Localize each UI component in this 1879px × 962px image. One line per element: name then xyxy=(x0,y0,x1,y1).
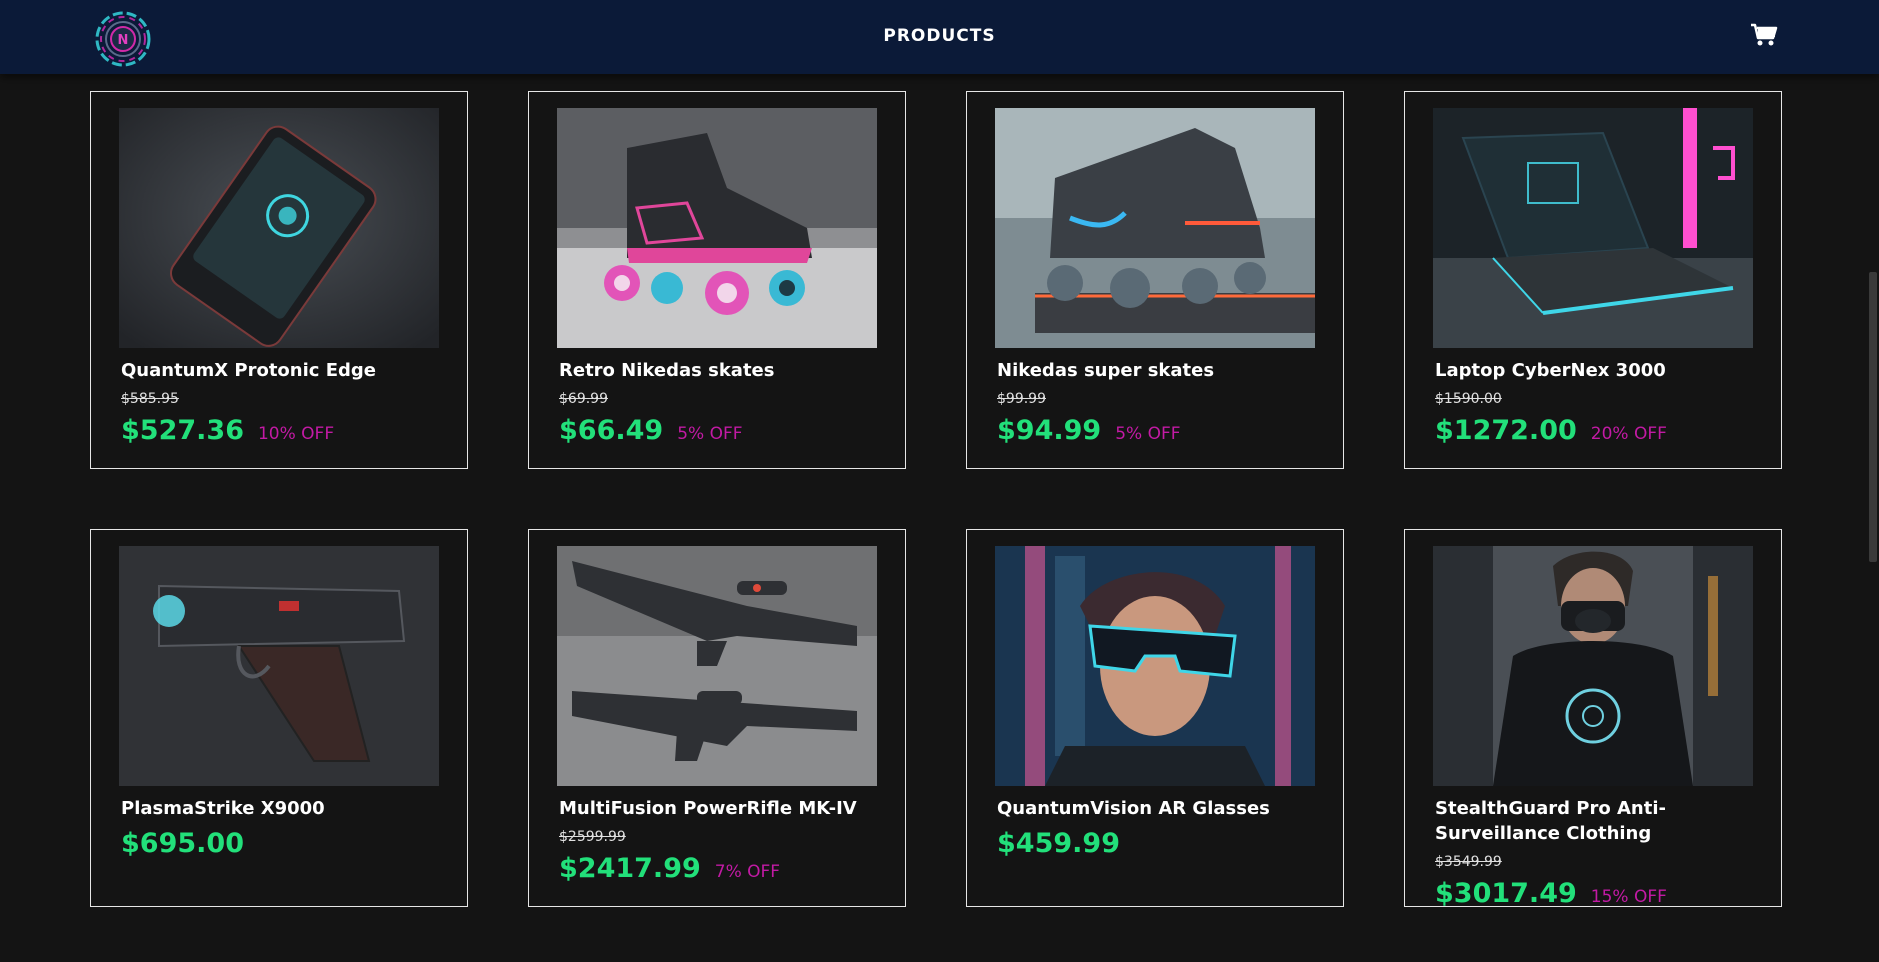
product-image-pistol[interactable] xyxy=(119,546,439,786)
product-card[interactable]: Laptop CyberNex 3000 $1590.00 $1272.00 2… xyxy=(1404,91,1782,469)
product-image-clothing[interactable] xyxy=(1433,546,1753,786)
sale-price: $66.49 xyxy=(559,415,664,446)
product-image-ar-glasses[interactable] xyxy=(995,546,1315,786)
discount-badge: 5% OFF xyxy=(1115,424,1181,444)
original-price: $2599.99 xyxy=(559,829,626,845)
navbar: N PRODUCTS xyxy=(0,0,1879,74)
sale-price: $2417.99 xyxy=(559,853,701,884)
discount-badge: 7% OFF xyxy=(714,862,781,882)
product-card[interactable]: Retro Nikedas skates $69.99 $66.49 5% OF… xyxy=(528,91,906,469)
product-image-rifle[interactable] xyxy=(557,546,877,786)
sale-price: $459.99 xyxy=(997,828,1120,859)
original-price: $3549.99 xyxy=(1435,854,1502,870)
product-name[interactable]: Laptop CyberNex 3000 xyxy=(1435,358,1765,383)
product-image-phone[interactable] xyxy=(119,108,439,348)
discount-badge: 10% OFF xyxy=(257,424,335,444)
page-title: PRODUCTS xyxy=(883,26,996,46)
discount-badge: 15% OFF xyxy=(1590,887,1667,907)
product-card[interactable]: QuantumVision AR Glasses $459.99 xyxy=(966,529,1344,907)
product-image-skate-pink[interactable] xyxy=(557,108,877,348)
product-card[interactable]: Nikedas super skates $99.99 $94.99 5% OF… xyxy=(966,91,1344,469)
product-name[interactable]: QuantumVision AR Glasses xyxy=(997,796,1327,821)
sale-price: $527.36 xyxy=(121,415,244,446)
product-grid: QuantumX Protonic Edge $585.95 $527.36 1… xyxy=(90,91,1782,909)
product-name[interactable]: QuantumX Protonic Edge xyxy=(121,358,451,383)
product-card[interactable]: MultiFusion PowerRifle MK-IV $2599.99 $2… xyxy=(528,529,906,907)
sale-price: $1272.00 xyxy=(1435,415,1577,446)
product-name[interactable]: Nikedas super skates xyxy=(997,358,1327,383)
cart-icon[interactable] xyxy=(1750,22,1778,48)
original-price: $1590.00 xyxy=(1435,391,1502,407)
product-name[interactable]: StealthGuard Pro Anti-Surveillance Cloth… xyxy=(1435,796,1765,846)
product-card[interactable]: StealthGuard Pro Anti-Surveillance Cloth… xyxy=(1404,529,1782,909)
product-name[interactable]: PlasmaStrike X9000 xyxy=(121,796,451,821)
product-card[interactable]: QuantumX Protonic Edge $585.95 $527.36 1… xyxy=(90,91,468,469)
product-name[interactable]: MultiFusion PowerRifle MK-IV xyxy=(559,796,889,821)
original-price: $99.99 xyxy=(997,391,1046,407)
sale-price: $695.00 xyxy=(121,828,244,859)
original-price: $69.99 xyxy=(559,391,608,407)
product-image-skate-neon[interactable] xyxy=(995,108,1315,348)
sale-price: $3017.49 xyxy=(1435,878,1577,909)
original-price: $585.95 xyxy=(121,391,179,407)
discount-badge: 5% OFF xyxy=(677,424,743,444)
discount-badge: 20% OFF xyxy=(1590,424,1667,444)
page-scrollbar[interactable] xyxy=(1869,272,1877,562)
product-card[interactable]: PlasmaStrike X9000 $695.00 xyxy=(90,529,468,907)
product-image-laptop[interactable] xyxy=(1433,108,1753,348)
product-name[interactable]: Retro Nikedas skates xyxy=(559,358,889,383)
sale-price: $94.99 xyxy=(997,415,1102,446)
